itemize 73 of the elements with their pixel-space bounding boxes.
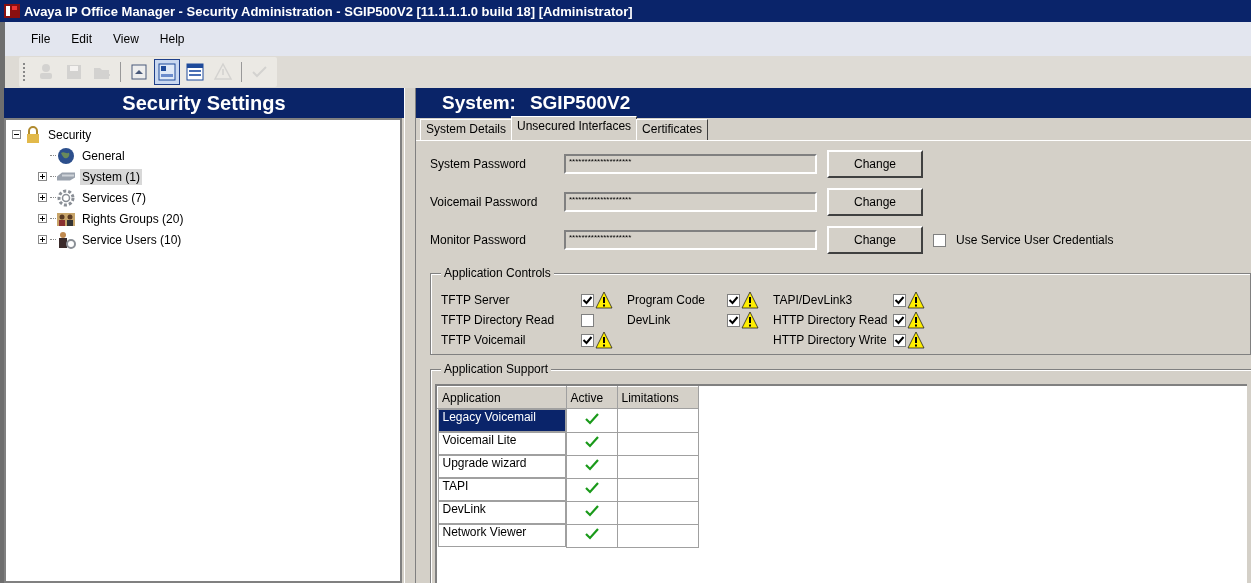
- group-title: Application Support: [441, 362, 552, 376]
- window-title: Avaya IP Office Manager - Security Administration - SGIP500V2 [11.1.1.1.0 build 18] [Administrator]: [24, 3, 633, 19]
- checkbox[interactable]: [727, 293, 740, 307]
- table-cell[interactable]: Voicemail Lite: [437, 432, 566, 455]
- tree-item[interactable]: Services (7): [80, 189, 148, 206]
- checkbox-label: Use Service User Credentials: [956, 233, 1114, 247]
- warning-icon: [907, 291, 925, 309]
- expand-toggle[interactable]: [38, 193, 47, 202]
- warning-icon: [741, 291, 759, 309]
- table-cell[interactable]: Legacy Voicemail: [437, 409, 566, 432]
- tab[interactable]: Unsecured Interfaces: [511, 116, 638, 140]
- globe-icon: [56, 146, 76, 165]
- control-label: Program Code: [627, 293, 707, 307]
- menu-item[interactable]: Edit: [63, 32, 106, 46]
- password-field[interactable]: ********************: [564, 154, 817, 174]
- menu-item[interactable]: File: [23, 32, 64, 46]
- checkbox[interactable]: [581, 313, 594, 327]
- warning-icon: [595, 291, 613, 309]
- field-label: Monitor Password: [430, 233, 528, 247]
- control-label: TFTP Directory Read: [441, 313, 556, 327]
- warning-icon: [907, 311, 925, 329]
- field-label: Voicemail Password: [430, 195, 539, 209]
- checkbox[interactable]: [893, 333, 906, 347]
- change-button[interactable]: Change: [827, 150, 923, 178]
- warning-icon: [741, 311, 759, 329]
- pane-header: Security Settings: [4, 88, 404, 118]
- tree-item[interactable]: Security: [46, 126, 94, 143]
- tree-item[interactable]: Service Users (10): [80, 231, 184, 248]
- warning-icon: [907, 331, 925, 349]
- checkbox[interactable]: [893, 293, 906, 307]
- checkbox[interactable]: [581, 293, 594, 307]
- lock-icon: [24, 125, 42, 144]
- password-field[interactable]: ********************: [564, 192, 817, 212]
- checkbox[interactable]: [933, 233, 946, 247]
- change-button[interactable]: Change: [827, 226, 923, 254]
- table-cell[interactable]: Network Viewer: [437, 524, 566, 547]
- control-label: DevLink: [627, 313, 672, 327]
- tree-item[interactable]: Rights Groups (20): [80, 210, 186, 227]
- user-icon: [56, 230, 76, 249]
- field-label: System Password: [430, 157, 528, 171]
- group-title: Application Controls: [441, 266, 554, 280]
- expand-toggle[interactable]: [38, 214, 47, 223]
- control-label: TFTP Voicemail: [441, 333, 527, 347]
- app-icon: [4, 3, 20, 19]
- control-label: HTTP Directory Read: [773, 313, 889, 327]
- checkbox[interactable]: [893, 313, 906, 327]
- tab[interactable]: Certificates: [636, 119, 709, 140]
- menu-item[interactable]: View: [105, 32, 152, 46]
- warning-icon: [595, 331, 613, 349]
- table-cell[interactable]: Upgrade wizard: [437, 455, 566, 478]
- header-value: SGIP500V2: [529, 92, 631, 114]
- expand-toggle[interactable]: [38, 172, 47, 181]
- password-field[interactable]: ********************: [564, 230, 817, 250]
- menu-item[interactable]: Help: [151, 32, 198, 46]
- tree-item[interactable]: System (1): [80, 168, 142, 185]
- header-label: System:: [442, 92, 516, 114]
- gear-icon: [56, 188, 76, 207]
- checkbox[interactable]: [727, 313, 740, 327]
- column-header[interactable]: Application: [437, 386, 566, 409]
- tree-item[interactable]: General: [80, 147, 127, 164]
- splitter[interactable]: [404, 88, 416, 583]
- expand-toggle[interactable]: [38, 235, 47, 244]
- control-label: HTTP Directory Write: [773, 333, 888, 347]
- device-icon: [56, 172, 76, 181]
- checkbox[interactable]: [581, 333, 594, 347]
- collapse-toggle[interactable]: [12, 130, 21, 139]
- column-header[interactable]: Active: [566, 386, 617, 409]
- column-header[interactable]: Limitations: [617, 386, 698, 409]
- table-cell[interactable]: TAPI: [437, 478, 566, 501]
- control-label: TAPI/DevLink3: [773, 293, 854, 307]
- change-button[interactable]: Change: [827, 188, 923, 216]
- table-cell[interactable]: DevLink: [437, 501, 566, 524]
- control-label: TFTP Server: [441, 293, 511, 307]
